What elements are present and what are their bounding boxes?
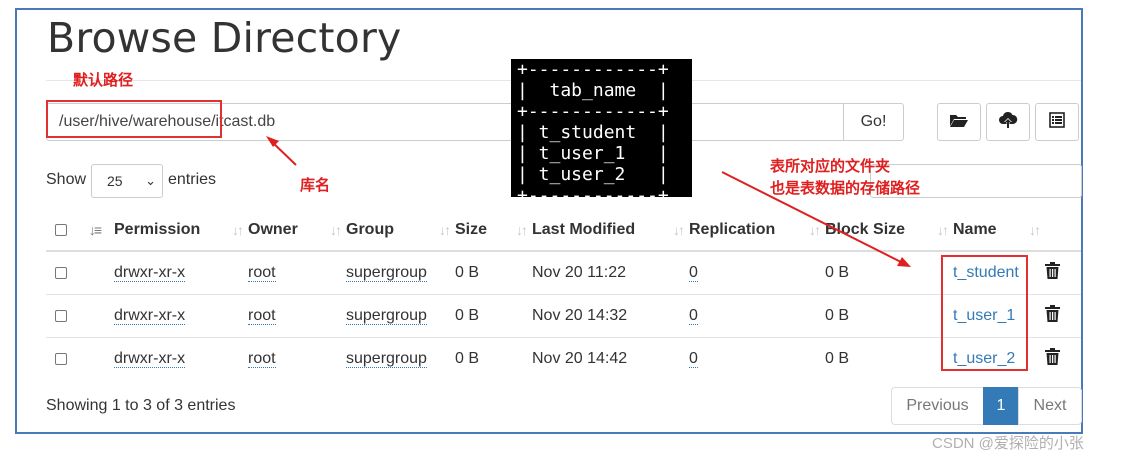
annotation-arrows (266, 136, 911, 267)
csdn-watermark: CSDN @爱探险的小张 (932, 435, 1084, 452)
